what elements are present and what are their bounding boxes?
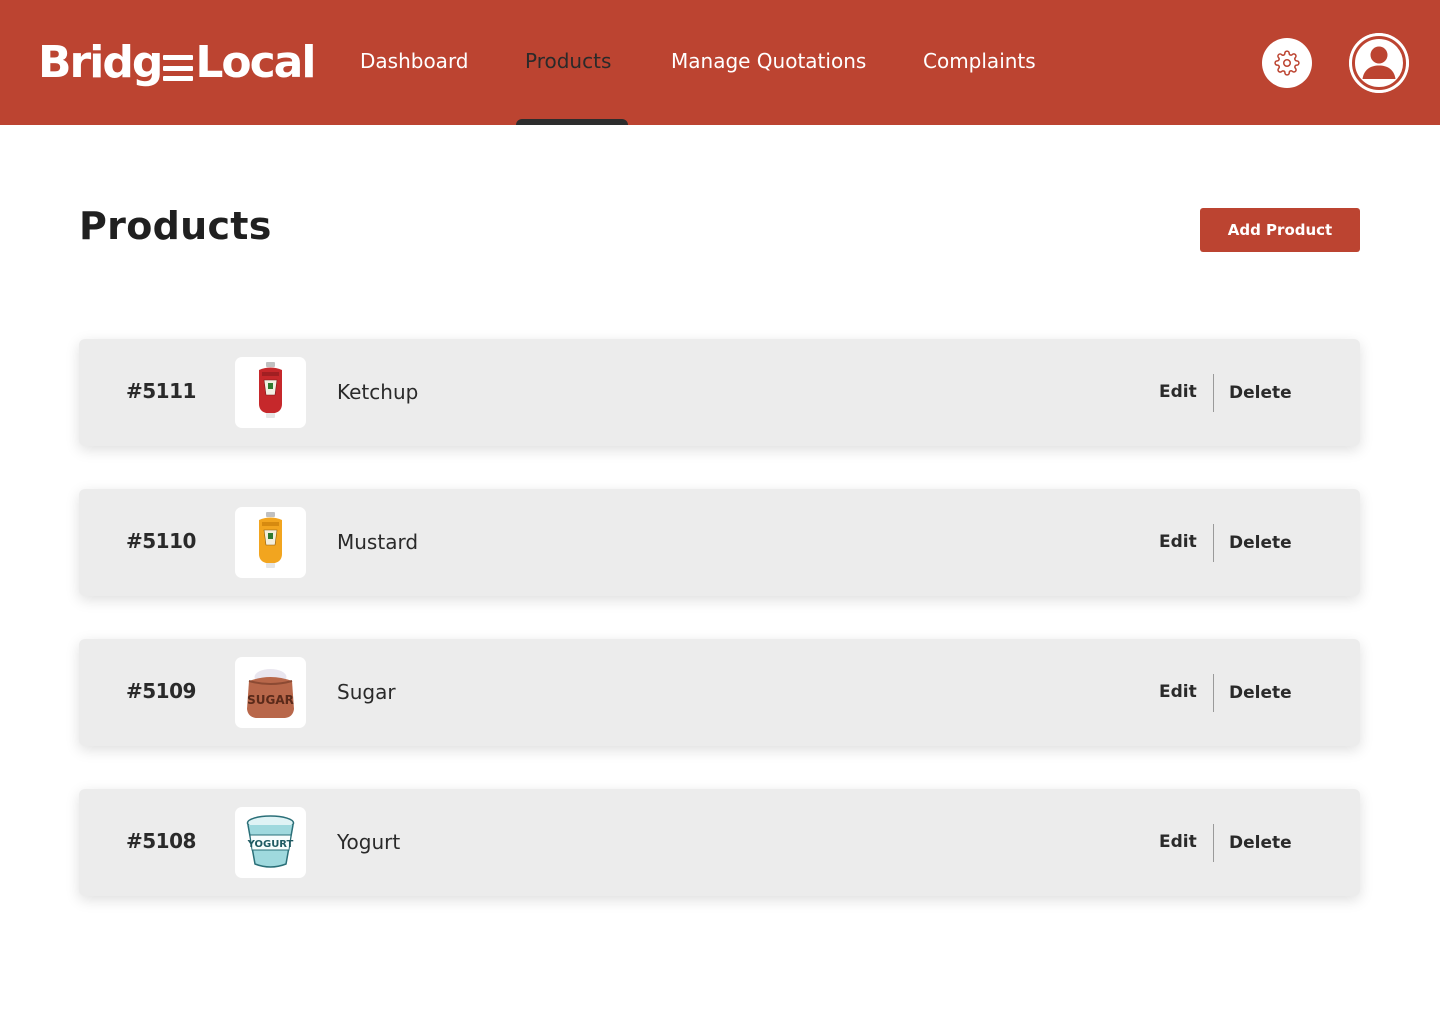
sugar-sack-icon: SUGAR xyxy=(247,669,294,718)
top-navigation-bar: Bridg Local Dashboard Products Manage Qu… xyxy=(0,0,1440,125)
sugar-sack-label: SUGAR xyxy=(247,693,294,707)
action-divider xyxy=(1213,674,1214,712)
product-name: Yogurt xyxy=(337,830,401,854)
nav-item-products[interactable]: Products xyxy=(525,49,611,73)
logo-text-right: Local xyxy=(195,37,316,88)
nav-item-complaints[interactable]: Complaints xyxy=(923,49,1036,73)
product-name: Mustard xyxy=(337,530,419,554)
yogurt-cup-label: YOGURT xyxy=(247,839,294,850)
product-image xyxy=(235,507,306,578)
active-nav-indicator xyxy=(516,119,628,125)
edit-button[interactable]: Edit xyxy=(1159,382,1197,402)
user-icon xyxy=(1349,33,1409,93)
yogurt-cup-icon: YOGURT xyxy=(247,815,295,868)
action-divider xyxy=(1213,824,1214,862)
mustard-bottle-icon xyxy=(259,512,282,568)
logo-bars-icon xyxy=(163,55,194,81)
product-row: #5109 SUGAR Sugar Edit Delete xyxy=(79,639,1360,746)
product-image: YOGURT xyxy=(235,807,306,878)
product-name: Ketchup xyxy=(337,380,419,404)
nav-item-manage-quotations[interactable]: Manage Quotations xyxy=(671,49,866,73)
action-divider xyxy=(1213,524,1214,562)
product-image: SUGAR xyxy=(235,657,306,728)
gear-icon xyxy=(1274,50,1300,76)
product-name: Sugar xyxy=(337,680,396,704)
add-product-button[interactable]: Add Product xyxy=(1200,208,1360,252)
edit-button[interactable]: Edit xyxy=(1159,532,1197,552)
brand-logo[interactable]: Bridg Local xyxy=(38,36,316,90)
product-image xyxy=(235,357,306,428)
action-divider xyxy=(1213,374,1214,412)
logo-text-left: Bridg xyxy=(38,37,163,88)
delete-button[interactable]: Delete xyxy=(1229,683,1292,703)
edit-button[interactable]: Edit xyxy=(1159,682,1197,702)
product-id: #5108 xyxy=(126,829,196,853)
ketchup-bottle-icon xyxy=(259,362,282,418)
product-id: #5111 xyxy=(126,379,196,403)
delete-button[interactable]: Delete xyxy=(1229,833,1292,853)
page-title: Products xyxy=(79,204,272,248)
product-id: #5110 xyxy=(126,529,196,553)
profile-button[interactable] xyxy=(1349,33,1409,93)
product-row: #5108 YOGURT Yogurt Edit Delete xyxy=(79,789,1360,896)
edit-button[interactable]: Edit xyxy=(1159,832,1197,852)
product-row: #5111 Ketchup Edit Delete xyxy=(79,339,1360,446)
settings-button[interactable] xyxy=(1262,38,1312,88)
delete-button[interactable]: Delete xyxy=(1229,383,1292,403)
nav-item-dashboard[interactable]: Dashboard xyxy=(360,49,469,73)
product-id: #5109 xyxy=(126,679,196,703)
delete-button[interactable]: Delete xyxy=(1229,533,1292,553)
product-row: #5110 Mustard Edit Delete xyxy=(79,489,1360,596)
